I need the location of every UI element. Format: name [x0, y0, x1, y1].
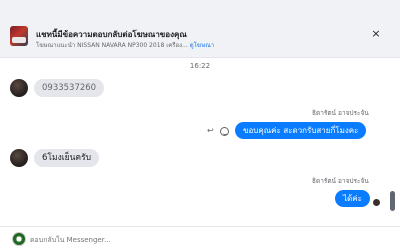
reply-icon[interactable]: ↩	[207, 126, 214, 135]
close-icon[interactable]: ×	[369, 27, 383, 41]
message-composer	[0, 226, 400, 250]
contact-avatar[interactable]	[10, 149, 28, 167]
reply-input[interactable]	[30, 234, 370, 246]
smiley-icon[interactable]	[220, 127, 229, 136]
ad-thumbnail[interactable]	[10, 26, 28, 46]
ad-reply-banner: แชทนี้มีข้อความตอบกลับต่อโฆษณาของคุณ โฆษ…	[0, 0, 400, 58]
page-logo-icon	[12, 232, 26, 246]
contact-avatar[interactable]	[10, 79, 28, 97]
banner-subtitle: โฆษณาแนะนำ NISSAN NAVARA NP300 2018 เครื…	[36, 40, 214, 50]
outgoing-message[interactable]: ได้ค่ะ	[335, 190, 370, 207]
incoming-message[interactable]: 6โมงเย็นครับ	[34, 149, 100, 167]
sender-name: ธิดารัตน์ อาจประจัน	[312, 109, 369, 117]
chat-timestamp: 16:22	[189, 62, 211, 70]
outgoing-message[interactable]: ขอบคุณค่ะ สะดวกรับสายกี่โมงคะ	[235, 122, 367, 139]
banner-subtitle-text: โฆษณาแนะนำ NISSAN NAVARA NP300 2018 เครื…	[36, 42, 190, 49]
seen-receipt-avatar	[373, 199, 380, 206]
incoming-message[interactable]: 0933537260	[34, 79, 105, 97]
chat-scrollbar-thumb[interactable]	[390, 191, 395, 211]
view-ad-link[interactable]: ดูโฆษณา	[190, 42, 214, 49]
sender-name: ธิดารัตน์ อาจประจัน	[312, 177, 369, 185]
